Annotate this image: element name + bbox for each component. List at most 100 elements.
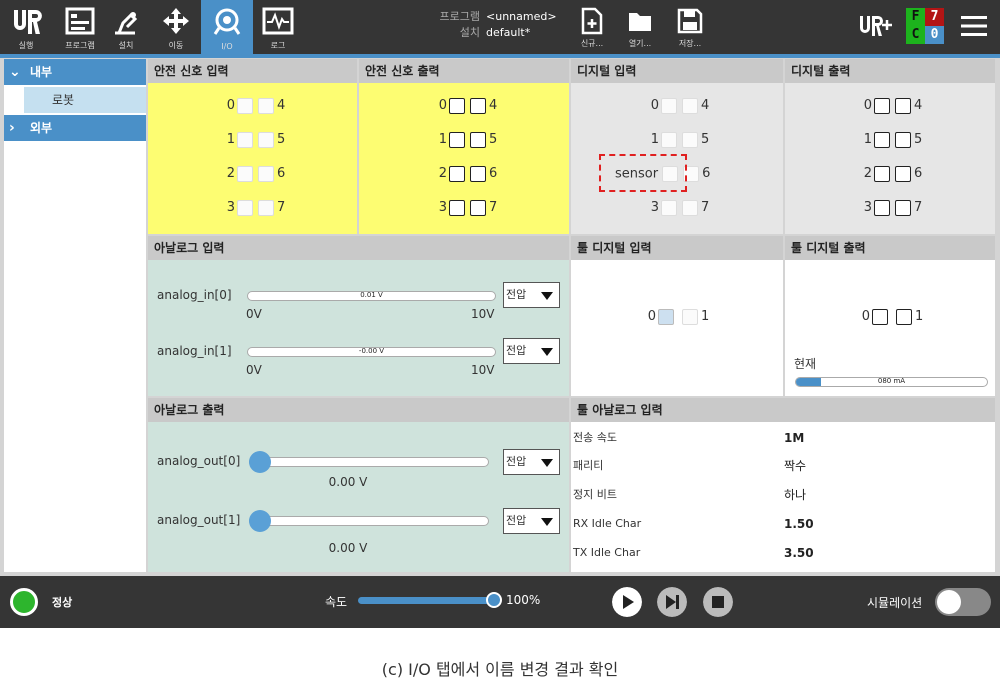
- play-button[interactable]: [612, 587, 642, 617]
- analog-in-0-bar: 0.01 V: [247, 291, 496, 301]
- stop-button[interactable]: [703, 587, 733, 617]
- new-button[interactable]: 신규...: [572, 4, 612, 52]
- ur-plus-icon[interactable]: [858, 14, 892, 38]
- analog-in-0-mode-select[interactable]: 전압: [503, 282, 560, 308]
- tool-digital-out-0-checkbox[interactable]: [872, 309, 888, 325]
- safety-out-5-checkbox[interactable]: [470, 132, 486, 148]
- digital-out-1-checkbox[interactable]: [874, 132, 890, 148]
- analog-in-0-label: analog_in[0]: [157, 288, 232, 302]
- io-index: 1: [915, 309, 924, 324]
- analog-out-1-knob[interactable]: [249, 510, 271, 532]
- program-icon: [65, 7, 95, 35]
- tool-current-bar: 080 mA: [795, 377, 988, 387]
- analog-out-0-slider[interactable]: [249, 457, 489, 467]
- analog-in-1-bar: -0.00 V: [247, 347, 496, 357]
- folder-icon: [629, 13, 651, 31]
- safety-out-7-checkbox[interactable]: [470, 200, 486, 216]
- digital-output-panel: 디지털 출력 04 15 26 37: [785, 59, 995, 234]
- sidebar-internal[interactable]: ⌄ 내부: [4, 59, 146, 85]
- analog-out-1-value: 0.00 V: [328, 541, 368, 555]
- io-index: 6: [914, 166, 923, 181]
- safety-input-body: 04 15 26 37: [148, 83, 357, 234]
- speed-slider-knob[interactable]: [486, 592, 502, 608]
- safety-out-3-checkbox[interactable]: [449, 200, 465, 216]
- io-index: 3: [226, 200, 235, 215]
- tool-digital-in-0-checkbox: [658, 309, 674, 325]
- sidebar-robot-label: 로봇: [52, 93, 75, 107]
- tool-digital-in-1-checkbox: [682, 309, 698, 325]
- safety-in-6-checkbox: [258, 166, 274, 182]
- analog-in-1-mode-select[interactable]: 전압: [503, 338, 560, 364]
- move-tab[interactable]: 이동: [150, 0, 202, 54]
- io-index: 5: [489, 132, 498, 147]
- safety-out-6-checkbox[interactable]: [470, 166, 486, 182]
- safety-in-4-checkbox: [258, 98, 274, 114]
- robot-status-indicator[interactable]: [10, 588, 38, 616]
- open-button[interactable]: 열기...: [620, 4, 660, 52]
- save-button[interactable]: 저장...: [670, 4, 710, 52]
- speed-value: 100%: [506, 593, 541, 607]
- analog-out-1-slider[interactable]: [249, 516, 489, 526]
- io-index: 1: [701, 309, 710, 324]
- safety-output-title: 안전 신호 출력: [359, 59, 569, 83]
- analog-output-panel: 아날로그 출력 analog_out[0] 전압 0.00 V analog_o…: [148, 398, 569, 572]
- log-tab[interactable]: 로그: [252, 0, 304, 54]
- io-index: 7: [277, 200, 286, 215]
- sidebar-external[interactable]: › 외부: [4, 115, 146, 141]
- simulation-toggle[interactable]: [935, 588, 991, 616]
- figure-caption: (c) I/O 탭에서 이름 변경 결과 확인: [381, 660, 619, 679]
- safety-out-row-0: 04: [435, 97, 501, 115]
- io-index: 0: [650, 98, 659, 113]
- hamburger-menu-icon[interactable]: [960, 12, 988, 40]
- analog-in-1-label: analog_in[1]: [157, 344, 232, 358]
- analog-output-title: 아날로그 출력: [148, 398, 569, 422]
- analog-out-0-knob[interactable]: [249, 451, 271, 473]
- speed-slider[interactable]: [358, 597, 496, 604]
- tool-digital-out-row: 01: [858, 308, 927, 326]
- safety-out-4-checkbox[interactable]: [470, 98, 486, 114]
- digital-out-0-checkbox[interactable]: [874, 98, 890, 114]
- analog-out-1-mode-select[interactable]: 전압: [503, 508, 560, 534]
- digital-out-6-checkbox[interactable]: [895, 166, 911, 182]
- safety-in-row-0: 04: [223, 97, 289, 115]
- analog-out-0-mode-select[interactable]: 전압: [503, 449, 560, 475]
- digital-in-3-checkbox: [661, 200, 677, 216]
- simulation-toggle-knob: [937, 590, 961, 614]
- log-tab-label: 로그: [270, 41, 286, 50]
- sidebar-external-label: 외부: [30, 121, 53, 135]
- digital-out-2-checkbox[interactable]: [874, 166, 890, 182]
- sidebar-item-robot[interactable]: 로봇: [24, 87, 146, 113]
- program-tab[interactable]: 프로그램: [54, 0, 106, 54]
- installation-tab[interactable]: 설치: [100, 0, 152, 54]
- safety-out-0-checkbox[interactable]: [449, 98, 465, 114]
- digital-out-5-checkbox[interactable]: [895, 132, 911, 148]
- new-button-label: 신규...: [580, 39, 604, 48]
- safety-out-1-checkbox[interactable]: [449, 132, 465, 148]
- io-index: 6: [277, 166, 286, 181]
- safety-out-2-checkbox[interactable]: [449, 166, 465, 182]
- digital-input-title: 디지털 입력: [571, 59, 783, 83]
- safety-in-2-checkbox: [237, 166, 253, 182]
- chevron-down-icon: ⌄: [9, 64, 21, 80]
- safety-out-row-1: 15: [435, 131, 501, 149]
- tool-comm-row: 정지 비트 하나: [571, 483, 996, 507]
- io-tab[interactable]: I/O: [201, 0, 253, 54]
- safety-output-panel: 안전 신호 출력 04 15 26 37: [359, 59, 569, 234]
- digital-out-4-checkbox[interactable]: [895, 98, 911, 114]
- io-index: 0: [861, 309, 870, 324]
- io-index: 7: [914, 200, 923, 215]
- digital-out-7-checkbox[interactable]: [895, 200, 911, 216]
- log-waveform-icon: [262, 7, 294, 35]
- io-index: 4: [277, 98, 286, 113]
- io-index: 7: [489, 200, 498, 215]
- step-button[interactable]: [657, 587, 687, 617]
- digital-out-3-checkbox[interactable]: [874, 200, 890, 216]
- tool-digital-out-1-checkbox[interactable]: [896, 309, 912, 325]
- run-tab[interactable]: 실행: [0, 0, 52, 54]
- safety-checksum-indicator[interactable]: F 7 C 0: [906, 8, 944, 44]
- tx-idle-key: TX Idle Char: [573, 546, 641, 559]
- safety-out-row-3: 37: [435, 199, 501, 217]
- tool-digital-output-body: 01 현재 080 mA: [785, 260, 995, 396]
- stop-bits-key: 정지 비트: [573, 488, 617, 501]
- tool-digital-input-title: 툴 디지털 입력: [571, 236, 783, 260]
